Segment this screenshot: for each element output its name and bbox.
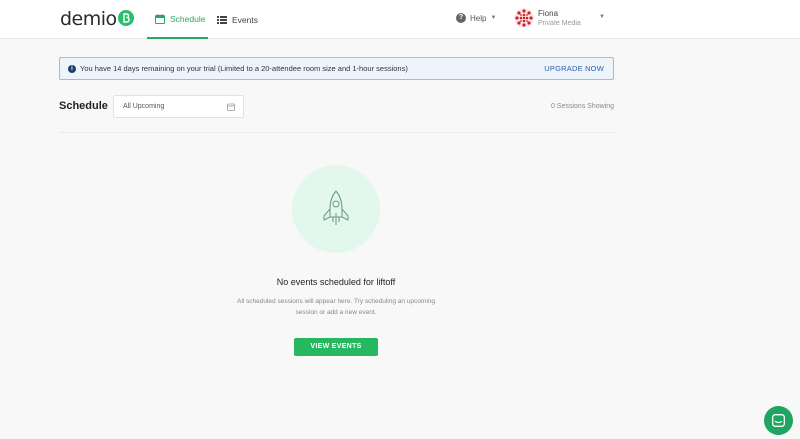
chevron-down-icon: ▼ bbox=[599, 14, 605, 20]
empty-state-illustration bbox=[292, 165, 380, 253]
trial-banner: i You have 14 days remaining on your tri… bbox=[59, 57, 614, 80]
calendar-icon bbox=[155, 13, 165, 24]
upgrade-now-link[interactable]: UPGRADE NOW bbox=[544, 64, 604, 73]
user-name: Fiona bbox=[538, 9, 559, 18]
avatar bbox=[514, 8, 534, 28]
divider bbox=[59, 132, 614, 133]
help-icon: ? bbox=[456, 13, 466, 23]
chevron-down-icon: ▼ bbox=[490, 15, 497, 21]
demio-logo[interactable]: demio bbox=[60, 8, 134, 30]
logo-badge-icon bbox=[117, 10, 134, 26]
help-label: Help bbox=[470, 13, 487, 23]
help-menu[interactable]: ? Help ▼ bbox=[456, 13, 496, 23]
user-menu[interactable]: Fiona Private Media ▼ bbox=[514, 6, 609, 33]
empty-state-description: All scheduled sessions will appear here.… bbox=[237, 298, 435, 316]
sessions-showing-count: 0 Sessions Showing bbox=[550, 103, 614, 110]
tab-events-label: Events bbox=[232, 14, 258, 25]
view-events-button[interactable]: VIEW EVENTS bbox=[294, 338, 378, 356]
info-icon: i bbox=[68, 65, 76, 73]
rocket-icon bbox=[323, 190, 349, 225]
tab-schedule-label: Schedule bbox=[170, 13, 206, 24]
page-title: Schedule bbox=[59, 100, 108, 112]
top-navigation-bar: demio Schedule Events ? Help ▼ Fiona Pri… bbox=[0, 0, 800, 39]
list-icon bbox=[217, 15, 227, 24]
tab-events[interactable]: Events bbox=[217, 0, 258, 39]
chat-launcher-button[interactable] bbox=[764, 406, 793, 435]
trial-message: You have 14 days remaining on your trial… bbox=[80, 64, 408, 73]
logo-text: demio bbox=[60, 8, 117, 30]
tab-schedule[interactable]: Schedule bbox=[147, 0, 208, 39]
user-organization: Private Media bbox=[538, 20, 581, 27]
empty-state-title: No events scheduled for liftoff bbox=[276, 277, 396, 287]
schedule-filter-dropdown[interactable]: All Upcoming bbox=[113, 95, 244, 118]
calendar-icon bbox=[227, 103, 235, 111]
filter-value: All Upcoming bbox=[123, 103, 165, 110]
chat-icon bbox=[772, 414, 785, 427]
